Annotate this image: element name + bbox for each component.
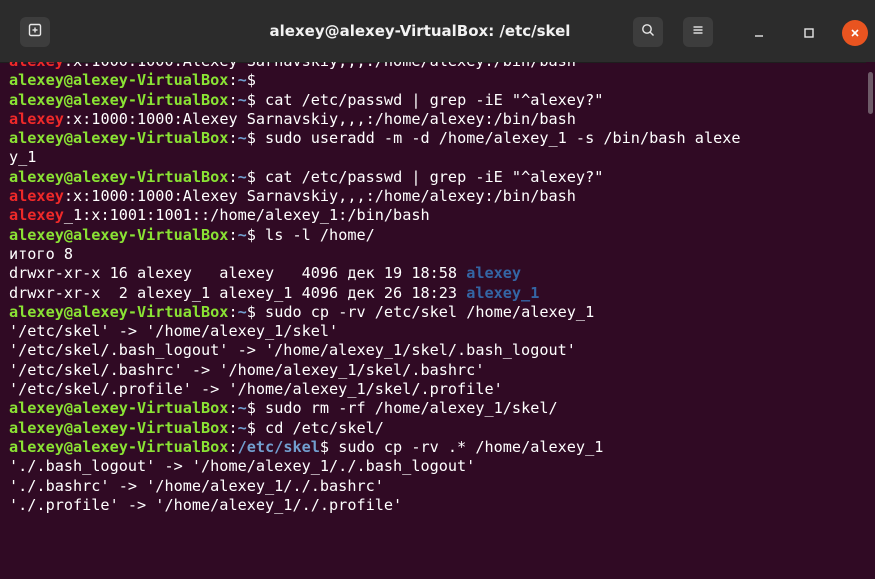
- terminal-line: alexey@alexey-VirtualBox:~$ cat /etc/pas…: [9, 91, 866, 110]
- terminal-text: :: [228, 90, 238, 109]
- grep-match: alexey: [9, 187, 64, 206]
- terminal-line: alexey@alexey-VirtualBox:~$ sudo cp -rv …: [9, 303, 866, 322]
- terminal-text: $ sudo cp -rv /etc/skel /home/alexey_1: [246, 302, 595, 321]
- grep-match: alexey: [9, 62, 64, 70]
- new-tab-button[interactable]: [20, 17, 50, 47]
- directory-name: alexey_1: [466, 283, 540, 302]
- prompt-cwd: ~: [237, 129, 247, 148]
- terminal-line: '/etc/skel/.profile' -> '/home/alexey_1/…: [9, 380, 866, 399]
- directory-name: alexey: [466, 264, 522, 283]
- terminal-line: drwxr-xr-x 2 alexey_1 alexey_1 4096 дек …: [9, 284, 866, 303]
- menu-icon: [691, 23, 705, 41]
- prompt-user: alexey@alexey-VirtualBox: [9, 71, 229, 90]
- minimize-button[interactable]: [746, 20, 772, 46]
- terminal-line: '/etc/skel/.bash_logout' -> '/home/alexe…: [9, 341, 866, 360]
- prompt-user: alexey@alexey-VirtualBox: [9, 437, 229, 456]
- terminal-output[interactable]: alexey:x:1000:1000:Alexey Sarnavskiy,,,:…: [0, 62, 866, 579]
- terminal-line: итого 8: [9, 245, 866, 264]
- window-title: alexey@alexey-VirtualBox: /etc/skel: [269, 22, 571, 40]
- terminal-text: итого 8: [9, 244, 74, 263]
- terminal-line: alexey@alexey-VirtualBox:/etc/skel$ sudo…: [9, 438, 866, 457]
- prompt-user: alexey@alexey-VirtualBox: [9, 129, 229, 148]
- close-icon: [849, 24, 861, 43]
- terminal-text: :x:1000:1000:Alexey Sarnavskiy,,,:/home/…: [64, 62, 576, 70]
- terminal-text: $ ls -l /home/: [246, 225, 375, 244]
- grep-match: alexey: [9, 206, 64, 225]
- scrollbar-thumb[interactable]: [868, 72, 873, 114]
- close-button[interactable]: [842, 20, 868, 46]
- terminal-line: drwxr-xr-x 16 alexey alexey 4096 дек 19 …: [9, 264, 866, 283]
- prompt-cwd: ~: [237, 302, 247, 321]
- search-button[interactable]: [633, 17, 663, 47]
- terminal-text: $ cat /etc/passwd | grep -iE "^alexey?": [246, 167, 604, 186]
- prompt-cwd: ~: [237, 225, 247, 244]
- terminal-line: alexey@alexey-VirtualBox:~$ cd /etc/skel…: [9, 419, 866, 438]
- terminal-line: alexey@alexey-VirtualBox:~$ ls -l /home/: [9, 226, 866, 245]
- terminal-line: alexey:x:1000:1000:Alexey Sarnavskiy,,,:…: [9, 187, 866, 206]
- hamburger-menu-button[interactable]: [683, 17, 713, 47]
- terminal-line: alexey@alexey-VirtualBox:~$: [9, 71, 866, 90]
- terminal-text: '/etc/skel' -> '/home/alexey_1/skel': [9, 322, 339, 341]
- terminal-text: $ cat /etc/passwd | grep -iE "^alexey?": [246, 90, 604, 109]
- prompt-user: alexey@alexey-VirtualBox: [9, 399, 229, 418]
- terminal-line: './.profile' -> '/home/alexey_1/./.profi…: [9, 496, 866, 515]
- terminal-text: :x:1000:1000:Alexey Sarnavskiy,,,:/home/…: [63, 109, 576, 128]
- terminal-text: :x:1000:1000:Alexey Sarnavskiy,,,:/home/…: [63, 187, 576, 206]
- grep-match: alexey: [9, 109, 64, 128]
- terminal-line: alexey_1:x:1001:1001::/home/alexey_1:/bi…: [9, 206, 866, 225]
- maximize-button[interactable]: [796, 20, 822, 46]
- terminal-text: './.profile' -> '/home/alexey_1/./.profi…: [9, 495, 403, 514]
- terminal-text: :: [228, 437, 238, 456]
- prompt-user: alexey@alexey-VirtualBox: [9, 225, 229, 244]
- terminal-line: alexey@alexey-VirtualBox:~$ cat /etc/pas…: [9, 168, 866, 187]
- new-tab-icon: [28, 23, 42, 41]
- terminal-text: :: [228, 129, 238, 148]
- prompt-user: alexey@alexey-VirtualBox: [9, 167, 229, 186]
- maximize-icon: [803, 24, 815, 43]
- prompt-user: alexey@alexey-VirtualBox: [9, 418, 229, 437]
- terminal-line: y_1: [9, 148, 866, 167]
- prompt-cwd: /etc/skel: [237, 437, 320, 456]
- terminal-text: drwxr-xr-x 2 alexey_1 alexey_1 4096 дек …: [9, 283, 467, 302]
- prompt-cwd: ~: [237, 418, 247, 437]
- prompt-cwd: ~: [237, 90, 247, 109]
- minimize-icon: [753, 24, 765, 43]
- terminal-text: :: [228, 302, 238, 321]
- terminal-line: './.bash_logout' -> '/home/alexey_1/./.b…: [9, 457, 866, 476]
- prompt-user: alexey@alexey-VirtualBox: [9, 302, 229, 321]
- terminal-text: drwxr-xr-x 16 alexey alexey 4096 дек 19 …: [9, 264, 467, 283]
- terminal-line: alexey:x:1000:1000:Alexey Sarnavskiy,,,:…: [9, 110, 866, 129]
- terminal-line: './.bashrc' -> '/home/alexey_1/./.bashrc…: [9, 477, 866, 496]
- terminal-line: alexey:x:1000:1000:Alexey Sarnavskiy,,,:…: [9, 62, 866, 71]
- terminal-text: '/etc/skel/.bashrc' -> '/home/alexey_1/s…: [9, 360, 485, 379]
- terminal-text: :: [228, 418, 238, 437]
- terminal-line: alexey@alexey-VirtualBox:~$ sudo useradd…: [9, 129, 866, 148]
- terminal-text: $: [246, 71, 256, 90]
- title-bar: alexey@alexey-VirtualBox: /etc/skel: [0, 0, 875, 63]
- terminal-text: :: [228, 71, 238, 90]
- terminal-window: alexey@alexey-VirtualBox: /etc/skel alex…: [0, 0, 875, 579]
- scrollbar[interactable]: [866, 62, 875, 579]
- terminal-text: $ sudo rm -rf /home/alexey_1/skel/: [246, 399, 558, 418]
- prompt-cwd: ~: [237, 399, 247, 418]
- terminal-text: './.bashrc' -> '/home/alexey_1/./.bashrc…: [9, 476, 384, 495]
- terminal-text: _1:x:1001:1001::/home/alexey_1:/bin/bash: [63, 206, 430, 225]
- terminal-line: alexey@alexey-VirtualBox:~$ sudo rm -rf …: [9, 399, 866, 418]
- prompt-user: alexey@alexey-VirtualBox: [9, 90, 229, 109]
- prompt-cwd: ~: [237, 71, 247, 90]
- terminal-line: '/etc/skel/.bashrc' -> '/home/alexey_1/s…: [9, 361, 866, 380]
- terminal-text: :: [228, 225, 238, 244]
- terminal-text: $ sudo cp -rv .* /home/alexey_1: [319, 437, 604, 456]
- terminal-text: :: [228, 399, 238, 418]
- terminal-line: '/etc/skel' -> '/home/alexey_1/skel': [9, 322, 866, 341]
- terminal-text: $ cd /etc/skel/: [246, 418, 384, 437]
- terminal-text: :: [228, 167, 238, 186]
- terminal-text: $ sudo useradd -m -d /home/alexey_1 -s /…: [246, 129, 741, 148]
- terminal-text: '/etc/skel/.bash_logout' -> '/home/alexe…: [9, 341, 576, 360]
- prompt-cwd: ~: [237, 167, 247, 186]
- terminal-text: y_1: [9, 148, 37, 167]
- search-icon: [641, 23, 655, 41]
- terminal-text: './.bash_logout' -> '/home/alexey_1/./.b…: [9, 457, 476, 476]
- terminal-text: '/etc/skel/.profile' -> '/home/alexey_1/…: [9, 380, 503, 399]
